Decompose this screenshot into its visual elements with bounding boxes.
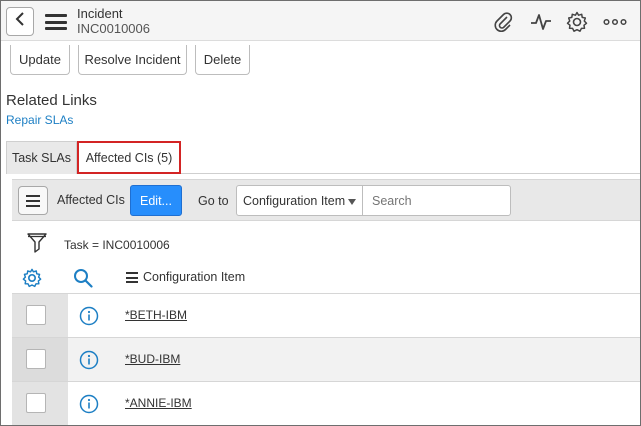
column-search-icon[interactable] (73, 268, 93, 293)
gear-icon[interactable] (565, 10, 589, 34)
more-icon[interactable] (603, 10, 627, 34)
list-settings-gear-icon[interactable] (22, 268, 42, 293)
activity-icon[interactable] (529, 10, 553, 34)
ci-link[interactable]: *ANNIE-IBM (125, 396, 192, 410)
list-title: Affected CIs (57, 193, 125, 207)
info-icon[interactable] (79, 394, 99, 419)
goto-field-value: Configuration Item (243, 193, 346, 208)
repair-slas-link[interactable]: Repair SLAs (6, 113, 73, 127)
record-type: Incident (77, 6, 123, 21)
row-select-cell (12, 382, 68, 425)
back-icon (15, 12, 25, 31)
tab-task-slas[interactable]: Task SLAs (6, 141, 77, 174)
form-title: Incident INC0010006 (77, 6, 150, 36)
table-row: *ANNIE-IBM (12, 382, 640, 425)
tab-affected-cis[interactable]: Affected CIs (5) (77, 141, 181, 174)
goto-field-select[interactable]: Configuration Item (236, 185, 363, 216)
row-select-cell (12, 294, 68, 337)
row-checkbox[interactable] (26, 393, 46, 413)
search-input[interactable] (362, 185, 511, 216)
record-number: INC0010006 (77, 21, 150, 36)
list-menu-button[interactable] (18, 186, 48, 215)
list-toolbar: Affected CIs Edit... Go to Configuration… (12, 179, 640, 221)
ci-link[interactable]: *BETH-IBM (125, 308, 187, 322)
edit-button[interactable]: Edit... (130, 185, 182, 216)
ci-link[interactable]: *BUD-IBM (125, 352, 180, 366)
hamburger-menu-icon (26, 194, 40, 207)
column-header-configuration-item[interactable]: Configuration Item (143, 270, 245, 284)
goto-label: Go to (198, 194, 229, 208)
related-links-heading: Related Links (6, 92, 97, 109)
filter-breadcrumb[interactable]: Task = INC0010006 (64, 238, 170, 252)
table-row: *BUD-IBM (12, 338, 640, 382)
row-checkbox[interactable] (26, 305, 46, 325)
column-menu-icon[interactable] (126, 272, 138, 286)
table-row: *BETH-IBM (12, 294, 640, 338)
delete-button[interactable]: Delete (195, 45, 250, 75)
hamburger-menu-icon[interactable] (45, 14, 67, 30)
filter-icon[interactable] (27, 232, 47, 259)
resolve-incident-button[interactable]: Resolve Incident (78, 45, 187, 75)
back-button[interactable] (6, 7, 34, 36)
row-checkbox[interactable] (26, 349, 46, 369)
update-button[interactable]: Update (10, 45, 70, 75)
incident-form-window: Incident INC0010006 Update Resolve Incid… (0, 0, 641, 426)
row-select-cell (12, 338, 68, 381)
info-icon[interactable] (79, 350, 99, 375)
form-header: Incident INC0010006 (1, 1, 640, 41)
info-icon[interactable] (79, 306, 99, 331)
paperclip-icon[interactable] (491, 10, 515, 34)
caret-down-icon (348, 199, 356, 205)
